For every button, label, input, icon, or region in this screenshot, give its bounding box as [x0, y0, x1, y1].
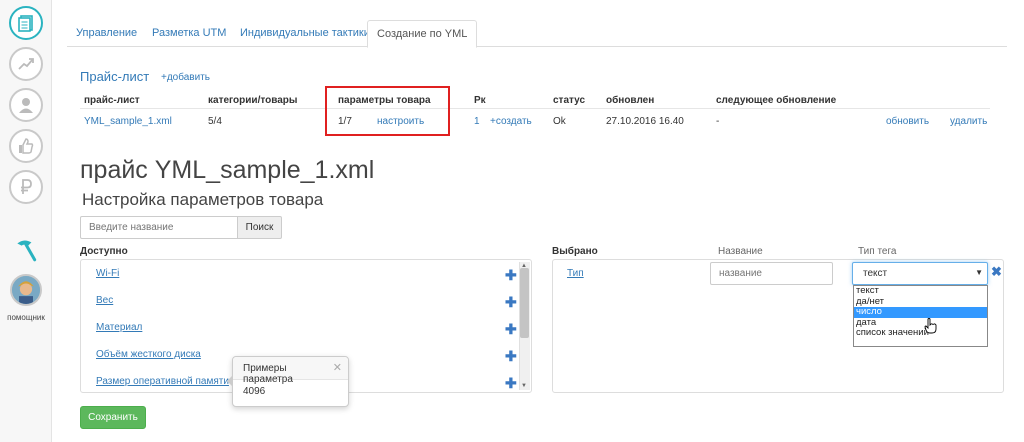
add-item-icon[interactable]: ✚ — [505, 376, 517, 390]
add-item-icon[interactable]: ✚ — [505, 268, 517, 282]
close-icon[interactable]: ✕ — [333, 361, 342, 374]
name-column-label: Название — [718, 246, 763, 257]
col-rk: Рк — [474, 95, 486, 106]
tag-type-value: текст — [863, 268, 888, 279]
refresh-link[interactable]: обновить — [886, 116, 929, 127]
pricelist-title: Прайс-лист — [80, 69, 150, 84]
left-sidebar: помощник — [0, 0, 52, 442]
scrollbar-thumb[interactable] — [520, 268, 529, 338]
status-value: Ok — [553, 116, 566, 127]
next-update-value: - — [716, 116, 720, 127]
hand-pointer-icon — [924, 318, 938, 337]
page-title: прайс YML_sample_1.xml — [80, 156, 375, 184]
search-button[interactable]: Поиск — [237, 216, 282, 239]
tab-utm-markup[interactable]: Разметка UTM — [143, 20, 235, 47]
highlight-frame — [325, 86, 450, 136]
tag-type-label: Тип тега — [858, 246, 897, 257]
search-input[interactable] — [80, 216, 238, 239]
col-categories: категории/товары — [208, 95, 298, 106]
assistant-avatar[interactable] — [10, 274, 42, 306]
save-button[interactable]: Сохранить — [80, 406, 146, 429]
remove-item-icon[interactable]: ✖ — [991, 264, 1002, 280]
tab-bar: Управление Разметка UTM Индивидуальные т… — [67, 20, 1007, 48]
tag-type-select[interactable]: текст ▼ — [852, 262, 988, 285]
tab-yml-creation[interactable]: Создание по YML — [367, 20, 478, 48]
documents-icon[interactable] — [9, 6, 43, 40]
selected-label: Выбрано — [552, 246, 598, 257]
param-name-input[interactable] — [710, 262, 833, 285]
table-divider — [80, 108, 990, 109]
delete-link[interactable]: удалить — [950, 116, 987, 127]
pricelist-name-link[interactable]: YML_sample_1.xml — [84, 116, 172, 127]
dropdown-option[interactable]: текст — [854, 285, 987, 297]
col-next-update: следующее обновление — [716, 95, 837, 106]
col-pricelist: прайс-лист — [84, 95, 140, 106]
add-item-icon[interactable]: ✚ — [505, 322, 517, 336]
chevron-down-icon: ▼ — [975, 268, 983, 277]
thumbs-up-icon[interactable] — [9, 129, 43, 163]
categories-value: 5/4 — [208, 116, 222, 127]
scroll-down-icon[interactable]: ▼ — [521, 383, 527, 389]
selected-item-link[interactable]: Тип — [567, 268, 584, 279]
add-item-icon[interactable]: ✚ — [505, 349, 517, 363]
rk-count-link[interactable]: 1 — [474, 116, 480, 127]
page-subtitle: Настройка параметров товара — [82, 190, 324, 209]
add-item-icon[interactable]: ✚ — [505, 295, 517, 309]
updated-value: 27.10.2016 16.40 — [606, 116, 684, 127]
user-icon[interactable] — [9, 88, 43, 122]
available-item[interactable]: Материал — [96, 322, 142, 333]
assistant-label: помощник — [7, 313, 45, 322]
available-item[interactable]: Вес — [96, 295, 113, 306]
add-pricelist-link[interactable]: +добавить — [161, 72, 210, 83]
tag-type-dropdown: текст да/нет число дата список значений — [853, 285, 988, 347]
available-label: Доступно — [80, 246, 128, 257]
scroll-up-icon[interactable]: ▲ — [521, 263, 527, 269]
popover-title: Примеры параметра — [243, 363, 293, 385]
ruble-icon[interactable] — [9, 170, 43, 204]
available-item[interactable]: Объём жесткого диска — [96, 349, 201, 360]
create-rk-link[interactable]: +создать — [490, 116, 532, 127]
available-item[interactable]: Размер оперативной памяти — [96, 376, 229, 387]
col-updated: обновлен — [606, 95, 655, 106]
hammer-icon[interactable] — [9, 233, 43, 267]
tab-individual-tactics[interactable]: Индивидуальные тактики — [231, 20, 379, 47]
available-item[interactable]: Wi-Fi — [96, 268, 119, 279]
growth-chart-icon[interactable] — [9, 47, 43, 81]
dropdown-option[interactable]: список значений — [854, 328, 987, 339]
param-examples-popover: Примеры параметра ✕ 4096 — [227, 356, 349, 407]
tab-management[interactable]: Управление — [67, 20, 146, 47]
col-status: статус — [553, 95, 586, 106]
